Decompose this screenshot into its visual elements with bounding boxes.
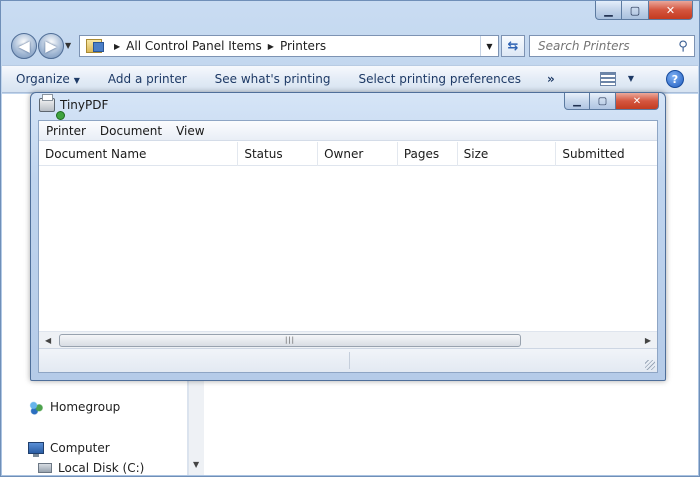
column-header-size[interactable]: Size — [458, 142, 557, 166]
menu-printer[interactable]: Printer — [39, 124, 93, 138]
chevron-right-icon[interactable]: ▶ — [268, 42, 274, 51]
queue-maximize-button[interactable]: ▢ — [590, 93, 616, 110]
queue-caption-buttons: ▁ ▢ ✕ — [564, 93, 659, 110]
queue-minimize-button[interactable]: ▁ — [564, 93, 590, 110]
minimize-icon: ▁ — [573, 95, 581, 107]
column-header-owner[interactable]: Owner — [318, 142, 398, 166]
column-header-pages[interactable]: Pages — [398, 142, 458, 166]
column-header-document-name[interactable]: Document Name — [39, 142, 239, 166]
back-arrow-icon: ◀ — [18, 37, 30, 55]
document-list[interactable] — [39, 167, 657, 331]
scroll-right-icon[interactable]: ▶ — [645, 336, 651, 345]
navigation-bar: ◀ ▶ ▼ ▶ All Control Panel Items ▶ Printe… — [7, 31, 695, 61]
see-whats-printing-button[interactable]: See what's printing — [201, 72, 345, 86]
command-bar: Organize ▼ Add a printer See what's print… — [2, 65, 698, 93]
nav-item-computer[interactable]: Computer — [28, 441, 110, 457]
maximize-button[interactable]: ▢ — [622, 1, 649, 20]
close-icon: ✕ — [665, 3, 676, 17]
menu-view[interactable]: View — [169, 124, 211, 138]
nav-item-local-disk[interactable]: Local Disk (C:) — [38, 461, 144, 475]
print-queue-titlebar: TinyPDF — [39, 94, 109, 120]
nav-item-label: Homegroup — [50, 400, 121, 414]
maximize-icon: ▢ — [597, 95, 608, 107]
maximize-icon: ▢ — [629, 3, 641, 17]
search-input[interactable] — [530, 39, 672, 53]
back-button[interactable]: ◀ — [11, 33, 37, 59]
horizontal-scrollbar[interactable]: ◀ ||| ▶ — [39, 331, 657, 349]
add-printer-button[interactable]: Add a printer — [94, 72, 201, 86]
forward-button[interactable]: ▶ — [38, 33, 64, 59]
chevron-right-icon[interactable]: ▶ — [114, 42, 120, 51]
column-header-status[interactable]: Status — [238, 142, 319, 166]
status-bar-divider — [349, 352, 350, 369]
window-caption-buttons: ▁ ▢ ✕ — [595, 1, 693, 20]
close-button[interactable]: ✕ — [649, 1, 693, 20]
window-title: TinyPDF — [60, 98, 109, 112]
search-box[interactable]: ⚲ — [529, 35, 695, 57]
breadcrumb-printers[interactable]: Printers — [280, 39, 326, 53]
change-view-icon[interactable] — [600, 72, 616, 86]
queue-close-button[interactable]: ✕ — [616, 93, 659, 110]
homegroup-icon — [28, 399, 44, 415]
help-icon[interactable]: ? — [666, 70, 684, 88]
control-panel-icon — [86, 39, 104, 53]
default-printer-check-icon — [56, 111, 65, 120]
scroll-left-icon[interactable]: ◀ — [45, 336, 51, 345]
organize-button[interactable]: Organize ▼ — [2, 72, 94, 86]
minimize-button[interactable]: ▁ — [595, 1, 622, 20]
more-commands-button[interactable]: » — [535, 72, 567, 86]
forward-arrow-icon: ▶ — [45, 37, 57, 55]
address-history-dropdown[interactable]: ▼ — [480, 36, 498, 56]
resize-grip-icon[interactable] — [645, 360, 655, 370]
menu-bar: Printer Document View — [39, 121, 657, 141]
status-bar — [39, 348, 657, 372]
organize-label: Organize — [16, 72, 70, 86]
recent-pages-dropdown[interactable]: ▼ — [65, 41, 71, 50]
scroll-down-icon[interactable]: ▼ — [193, 460, 199, 469]
close-icon: ✕ — [632, 95, 642, 107]
nav-item-homegroup[interactable]: Homegroup — [28, 399, 120, 415]
address-bar[interactable]: ▶ All Control Panel Items ▶ Printers ▼ — [79, 35, 499, 57]
nav-item-label: Local Disk (C:) — [58, 461, 145, 475]
refresh-icon: ⇆ — [507, 38, 519, 54]
chevron-down-icon: ▼ — [73, 76, 80, 85]
minimize-icon: ▁ — [604, 3, 613, 17]
hard-disk-icon — [38, 463, 52, 473]
print-queue-client: Printer Document View Document Name Stat… — [38, 120, 658, 373]
search-icon[interactable]: ⚲ — [672, 39, 694, 54]
computer-icon — [28, 442, 44, 457]
printer-icon — [39, 94, 55, 112]
print-queue-window: TinyPDF ▁ ▢ ✕ Printer Document View Docu… — [30, 92, 666, 381]
menu-document[interactable]: Document — [93, 124, 169, 138]
column-header-submitted[interactable]: Submitted — [556, 142, 657, 166]
refresh-button[interactable]: ⇆ — [501, 35, 525, 57]
select-printing-preferences-button[interactable]: Select printing preferences — [344, 72, 535, 86]
scrollbar-thumb[interactable]: ||| — [59, 334, 521, 347]
breadcrumb-all-control-panel-items[interactable]: All Control Panel Items — [126, 39, 262, 53]
nav-item-label: Computer — [50, 441, 110, 455]
chevron-down-icon: ▼ — [486, 41, 493, 51]
column-header-row: Document Name Status Owner Pages Size Su… — [39, 142, 657, 166]
view-options-dropdown[interactable]: ▼ — [628, 74, 634, 83]
